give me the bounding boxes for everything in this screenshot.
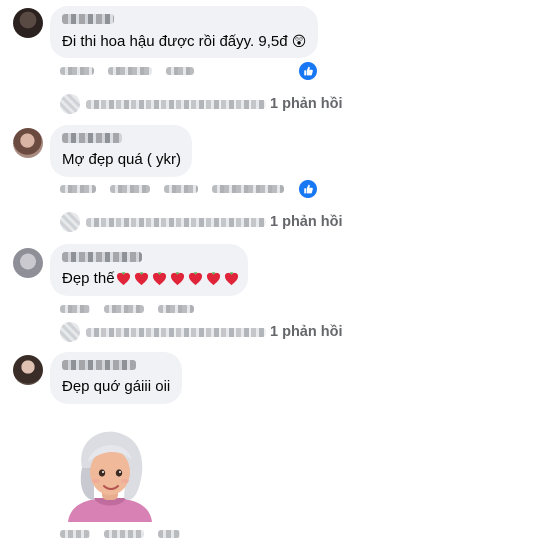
- reply-count[interactable]: 1 phản hồi: [270, 214, 343, 230]
- view-replies[interactable]: 1 phản hồi: [60, 322, 343, 342]
- view-replies[interactable]: 1 phản hồi: [60, 212, 343, 232]
- commenter-avatar[interactable]: [13, 8, 43, 38]
- reply-preview-blurred: [86, 217, 266, 227]
- reply-count[interactable]: 1 phản hồi: [270, 324, 343, 340]
- reply-preview-blurred: [86, 99, 266, 109]
- comment-bubble: Đẹp thế: [50, 244, 248, 296]
- reply-count[interactable]: 1 phản hồi: [270, 96, 343, 112]
- astonished-face-icon: 😲: [291, 33, 307, 49]
- comment-meta-blurred: [60, 304, 194, 314]
- strawberry-heart-emojis: [116, 271, 239, 286]
- reply-avatar: [60, 322, 80, 342]
- comment-meta-blurred: [60, 530, 180, 540]
- comment-bubble: Mợ đẹp quá ( ykr): [50, 125, 192, 177]
- comment-bubble: Đẹp quớ gáiii oii: [50, 352, 182, 404]
- comment-meta-blurred: [60, 184, 284, 194]
- commenter-avatar[interactable]: [13, 248, 43, 278]
- strawberry-heart-icon: [224, 272, 238, 286]
- reply-avatar: [60, 94, 80, 114]
- commenter-name-blurred[interactable]: [62, 252, 142, 262]
- commenter-name-blurred[interactable]: [62, 133, 122, 143]
- comment-bubble: Đi thi hoa hậu được rồi đấyy. 9,5đ 😲: [50, 6, 318, 58]
- view-replies[interactable]: 1 phản hồi: [60, 94, 343, 114]
- comment-text: Đẹp quớ gáiii oii: [62, 378, 171, 395]
- commenter-avatar[interactable]: [13, 128, 43, 158]
- thumbs-up-icon[interactable]: [299, 180, 317, 198]
- comment-text: Mợ đẹp quá ( ykr): [62, 151, 182, 168]
- thumbs-up-icon[interactable]: [299, 62, 317, 80]
- comment-text: Đi thi hoa hậu được rồi đấyy. 9,5đ 😲: [62, 33, 307, 50]
- reply-avatar: [60, 212, 80, 232]
- strawberry-heart-icon: [206, 272, 220, 286]
- commenter-avatar[interactable]: [13, 355, 43, 385]
- strawberry-heart-icon: [188, 272, 202, 286]
- reply-preview-blurred: [86, 327, 266, 337]
- comment-text: Đẹp thế: [62, 270, 239, 287]
- strawberry-heart-icon: [116, 272, 130, 286]
- strawberry-heart-icon: [152, 272, 166, 286]
- strawberry-heart-icon: [170, 272, 184, 286]
- commenter-name-blurred[interactable]: [62, 14, 114, 24]
- commenter-name-blurred[interactable]: [62, 360, 136, 370]
- avatar-sticker: [64, 428, 156, 522]
- strawberry-heart-icon: [134, 272, 148, 286]
- comment-meta-blurred: [60, 66, 194, 76]
